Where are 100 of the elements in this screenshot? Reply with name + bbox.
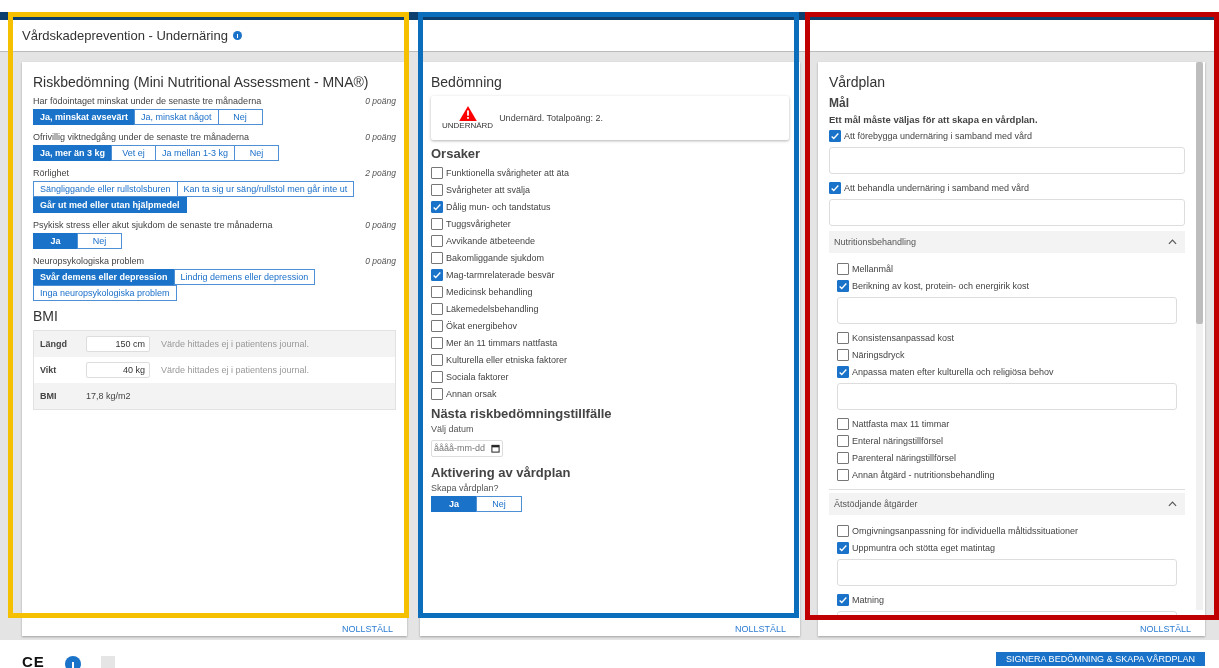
checkbox[interactable] bbox=[431, 387, 443, 400]
sign-button[interactable]: SIGNERA BEDÖMNING & SKAPA VÅRDPLAN bbox=[996, 652, 1205, 666]
option-button[interactable]: Ja bbox=[431, 495, 477, 512]
section-title: Nästa riskbedömningstillfälle bbox=[431, 406, 613, 421]
section-title: Riskbedömning (Mini Nutritional Assessment - MNA®) bbox=[33, 74, 370, 90]
option-button[interactable]: Nej bbox=[234, 145, 280, 161]
checkbox[interactable] bbox=[829, 181, 841, 194]
reset-link[interactable]: NOLLSTÄLL bbox=[734, 624, 786, 634]
reset-link[interactable]: NOLLSTÄLL bbox=[1139, 624, 1191, 634]
option-button[interactable]: Nej bbox=[476, 495, 522, 512]
checkbox-label: Konsistensanpassad kost bbox=[852, 332, 955, 343]
section-title: Bedömning bbox=[431, 74, 503, 90]
checkbox-label: Annan åtgärd - nutritionsbehandling bbox=[852, 469, 995, 480]
checkbox[interactable] bbox=[837, 331, 849, 344]
option-button[interactable]: Kan ta sig ur säng/rullstol men går inte ut bbox=[176, 181, 355, 197]
input-field[interactable]: 40 kg bbox=[86, 362, 150, 378]
text-field[interactable] bbox=[829, 199, 1185, 226]
date-field[interactable]: åååå-mm-dd bbox=[431, 439, 503, 457]
checkbox-label: Parenteral näringstillförsel bbox=[852, 452, 957, 463]
input-field[interactable]: 150 cm bbox=[86, 336, 150, 352]
checkbox[interactable] bbox=[837, 365, 849, 378]
checkbox[interactable] bbox=[431, 200, 443, 213]
warning-icon bbox=[458, 106, 477, 121]
question-label: Neuropsykologiska problem bbox=[33, 256, 145, 266]
checkbox[interactable] bbox=[837, 348, 849, 361]
checkbox[interactable] bbox=[837, 417, 849, 430]
field-label: Vikt bbox=[40, 365, 58, 375]
checkbox[interactable] bbox=[829, 129, 841, 142]
result-text: Undernärd. Totalpoäng: 2. bbox=[499, 113, 604, 123]
section-heading: Nutritionsbehandling bbox=[834, 237, 917, 247]
section-title: BMI bbox=[33, 308, 59, 324]
text-field[interactable] bbox=[837, 559, 1177, 586]
checkbox-label: Uppmuntra och stötta eget matintag bbox=[852, 542, 996, 553]
checkbox[interactable] bbox=[837, 279, 849, 292]
checkbox[interactable] bbox=[837, 262, 849, 275]
checkbox-label: Funktionella svårigheter att äta bbox=[446, 167, 570, 178]
scrollbar-thumb[interactable] bbox=[1196, 62, 1203, 324]
checkbox[interactable] bbox=[431, 319, 443, 332]
question-label: Psykisk stress eller akut sjukdom de senaste tre månaderna bbox=[33, 220, 273, 230]
option-button[interactable]: Nej bbox=[217, 109, 263, 125]
option-button[interactable]: Ja bbox=[33, 233, 78, 249]
field-label: Längd bbox=[40, 339, 68, 349]
checkbox-label: Annan orsak bbox=[446, 388, 497, 399]
text-field[interactable] bbox=[829, 147, 1185, 174]
checkbox[interactable] bbox=[837, 451, 849, 464]
points-label: 0 poäng bbox=[365, 132, 396, 142]
checkbox[interactable] bbox=[837, 541, 849, 554]
ce-mark: CE bbox=[22, 656, 45, 668]
field-label: Välj datum bbox=[431, 424, 475, 434]
checkbox[interactable] bbox=[431, 183, 443, 196]
checkbox[interactable] bbox=[431, 353, 443, 366]
question-label: Rörlighet bbox=[33, 168, 70, 178]
option-button[interactable]: Lindrig demens eller depression bbox=[173, 269, 316, 285]
section-title: Orsaker bbox=[431, 146, 482, 161]
checkbox[interactable] bbox=[431, 166, 443, 179]
checkbox-label: Enteral näringstillförsel bbox=[852, 435, 944, 446]
option-button[interactable]: Går ut med eller utan hjälpmedel bbox=[33, 197, 187, 213]
section-header[interactable]: Ätstödjande åtgärder bbox=[829, 493, 1185, 515]
option-button[interactable]: Svår demens eller depression bbox=[33, 269, 175, 285]
info-icon[interactable] bbox=[64, 656, 81, 668]
option-button[interactable]: Ja, minskat avsevärt bbox=[33, 109, 136, 125]
checkbox-label: Ökat energibehov bbox=[446, 320, 518, 331]
field-label: BMI bbox=[40, 391, 58, 401]
calendar-icon[interactable] bbox=[491, 443, 500, 453]
checkbox[interactable] bbox=[431, 302, 443, 315]
reset-link[interactable]: NOLLSTÄLL bbox=[341, 624, 393, 634]
checkbox[interactable] bbox=[431, 336, 443, 349]
value-text: 17,8 kg/m2 bbox=[86, 391, 131, 401]
section-header[interactable]: Nutritionsbehandling bbox=[829, 231, 1185, 253]
checkbox[interactable] bbox=[431, 234, 443, 247]
manufacturer-icon bbox=[100, 656, 115, 668]
checkbox[interactable] bbox=[431, 285, 443, 298]
checkbox[interactable] bbox=[837, 593, 849, 606]
option-button[interactable]: Inga neuropsykologiska problem bbox=[33, 285, 177, 301]
text-field[interactable] bbox=[837, 297, 1177, 324]
checkbox-label: Nattfasta max 11 timmar bbox=[852, 418, 950, 429]
checkbox-label: Mag-tarmrelaterade besvär bbox=[446, 269, 555, 280]
option-button[interactable]: Ja, minskat något bbox=[134, 109, 219, 125]
checkbox-label: Att förebygga undernäring i samband med vård bbox=[844, 130, 1033, 141]
option-button[interactable]: Ja mellan 1-3 kg bbox=[155, 145, 236, 161]
option-button[interactable]: Vet ej bbox=[111, 145, 157, 161]
chevron-icon[interactable] bbox=[1168, 501, 1177, 507]
checkbox[interactable] bbox=[431, 268, 443, 281]
option-button[interactable]: Nej bbox=[77, 233, 122, 249]
info-icon[interactable] bbox=[232, 31, 242, 40]
page-title: Vårdskadeprevention - Undernäring bbox=[22, 28, 228, 43]
checkbox-label: Sociala faktorer bbox=[446, 371, 509, 382]
option-button[interactable]: Sängliggande eller rullstolsburen bbox=[33, 181, 178, 197]
checkbox[interactable] bbox=[837, 468, 849, 481]
checkbox[interactable] bbox=[431, 217, 443, 230]
checkbox[interactable] bbox=[837, 434, 849, 447]
checkbox[interactable] bbox=[431, 251, 443, 264]
option-button[interactable]: Ja, mer än 3 kg bbox=[33, 145, 113, 161]
text-field[interactable] bbox=[837, 383, 1177, 410]
checkbox[interactable] bbox=[837, 524, 849, 537]
checkbox[interactable] bbox=[431, 370, 443, 383]
chevron-icon[interactable] bbox=[1168, 239, 1177, 245]
checkbox-label: Svårigheter att svälja bbox=[446, 184, 531, 195]
scrollbar[interactable] bbox=[1196, 62, 1203, 610]
points-label: 0 poäng bbox=[365, 256, 396, 266]
